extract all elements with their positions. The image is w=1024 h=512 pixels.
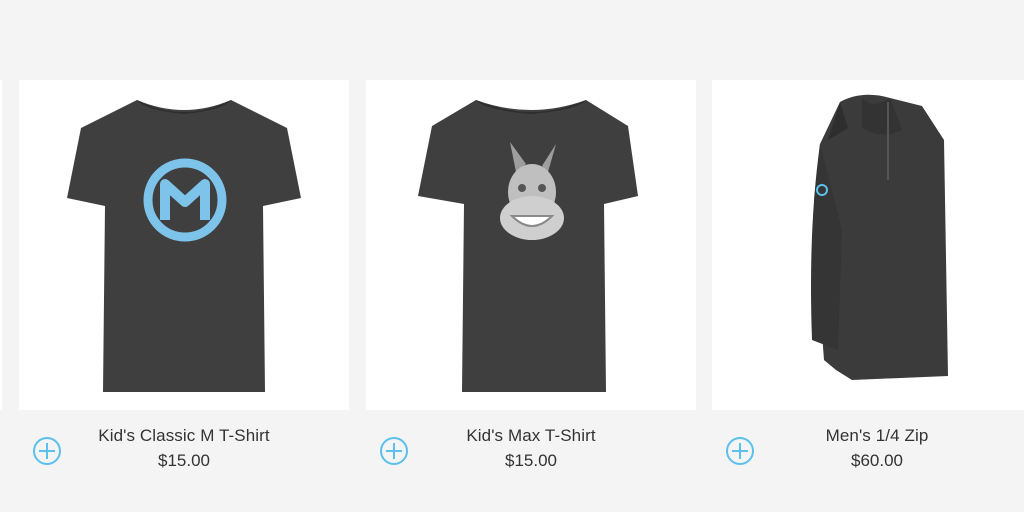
product-info-kids-max-tshirt: Kid's Max T-Shirt $15.00 — [366, 418, 696, 478]
product-name[interactable]: Kid's Classic M T-Shirt — [19, 426, 349, 446]
quarter-zip-pullover-image — [811, 94, 948, 381]
previous-product-card-edge — [0, 80, 2, 410]
product-price: $60.00 — [851, 451, 903, 470]
product-card-image-kids-max-tshirt[interactable] — [366, 80, 696, 410]
product-info-mens-quarter-zip: Men's 1/4 Zip $60.00 — [712, 418, 1024, 478]
tshirt-donkey-mascot-image — [418, 100, 638, 392]
product-info-kids-classic-m-tshirt: Kid's Classic M T-Shirt $15.00 — [19, 418, 349, 478]
product-card-image-mens-quarter-zip[interactable] — [712, 80, 1024, 410]
product-price: $15.00 — [505, 451, 557, 470]
product-name[interactable]: Kid's Max T-Shirt — [366, 426, 696, 446]
product-price: $15.00 — [158, 451, 210, 470]
product-name[interactable]: Men's 1/4 Zip — [712, 426, 1024, 446]
product-card-image-kids-classic-m-tshirt[interactable] — [19, 80, 349, 410]
tshirt-m-logo-image — [67, 100, 301, 392]
